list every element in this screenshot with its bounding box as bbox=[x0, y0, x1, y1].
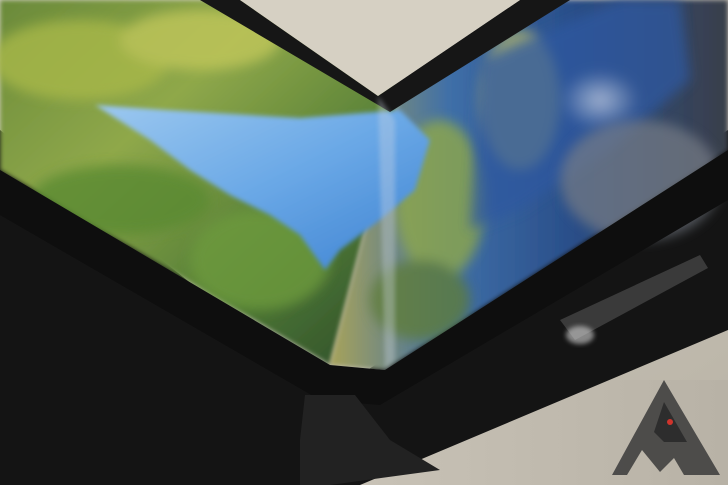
photo bbox=[0, 0, 728, 485]
button-glint bbox=[566, 326, 594, 344]
photo-canvas bbox=[0, 0, 728, 485]
